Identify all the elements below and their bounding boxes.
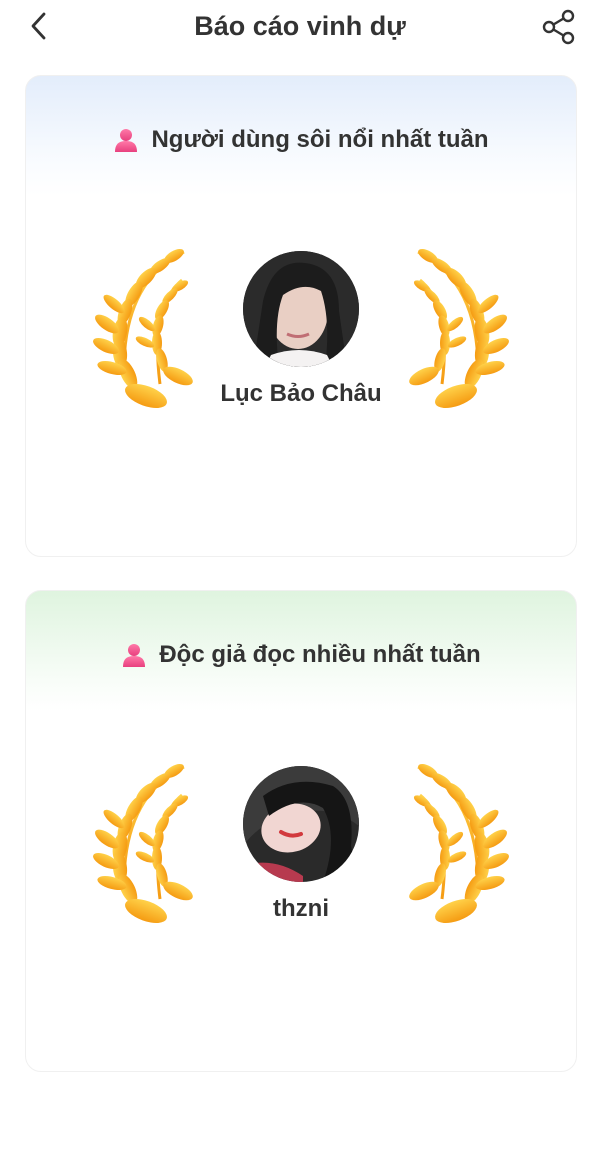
share-icon[interactable] — [540, 8, 578, 46]
person-icon — [115, 129, 138, 152]
card-header: Độc giả đọc nhiều nhất tuần — [26, 639, 576, 671]
card-title: Độc giả đọc nhiều nhất tuần — [159, 641, 481, 668]
top-bar: Báo cáo vinh dự — [0, 0, 600, 52]
avatar[interactable] — [243, 251, 359, 367]
honor-card-top-reader: Độc giả đọc nhiều nhất tuần thzni — [25, 590, 577, 1072]
person-icon — [123, 644, 146, 667]
user-name[interactable]: Lục Bảo Châu — [26, 380, 576, 408]
page-title: Báo cáo vinh dự — [194, 11, 406, 41]
honor-card-most-active: Người dùng sôi nổi nhất tuần Lục Bảo Châ… — [25, 75, 577, 557]
card-title: Người dùng sôi nổi nhất tuần — [151, 126, 489, 153]
avatar[interactable] — [243, 766, 359, 882]
card-header: Người dùng sôi nổi nhất tuần — [26, 124, 576, 156]
user-name[interactable]: thzni — [26, 895, 576, 923]
